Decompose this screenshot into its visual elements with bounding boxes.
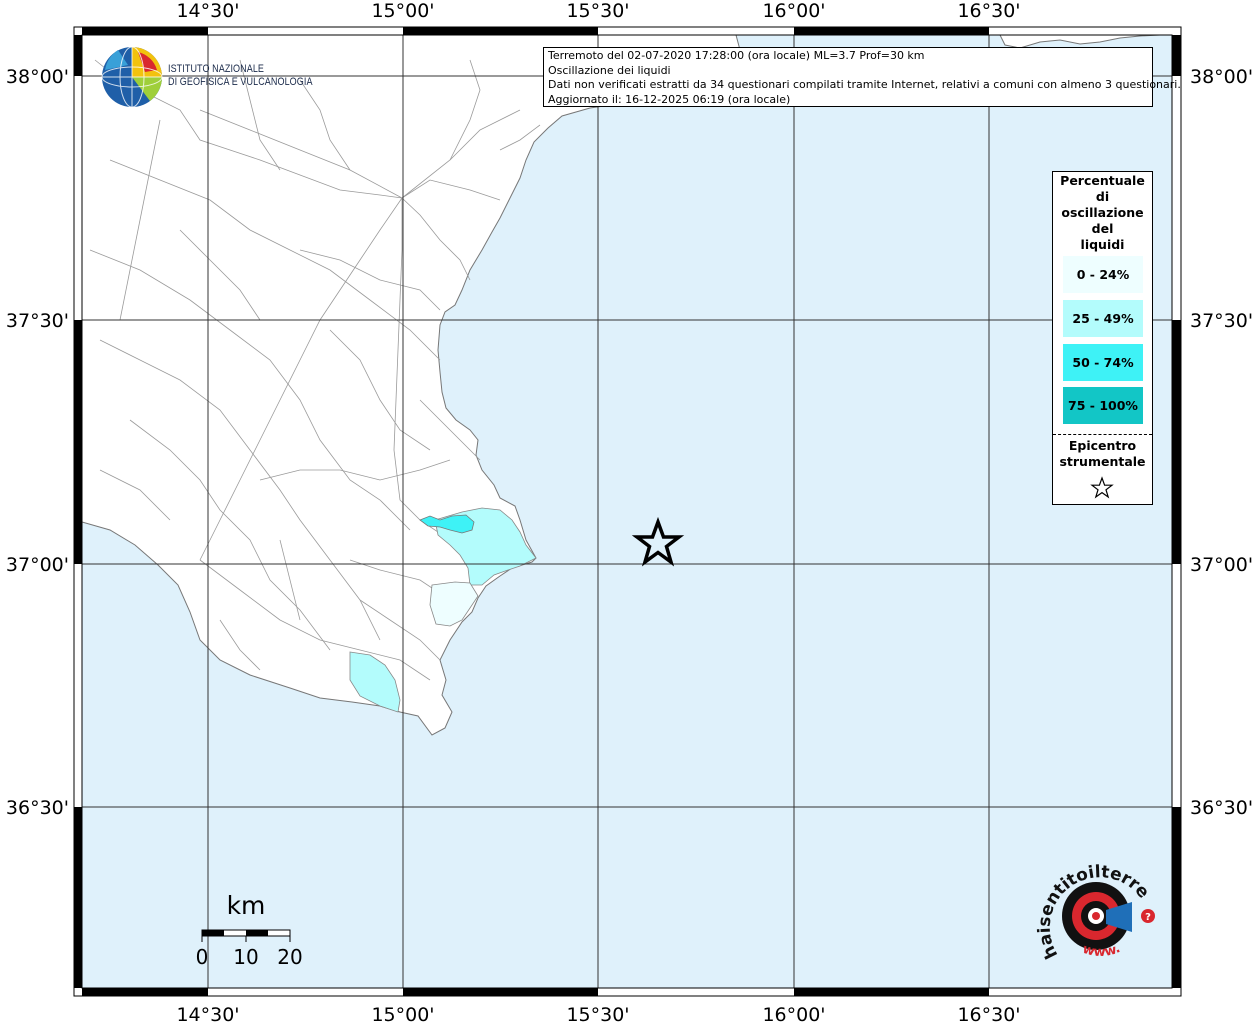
star-outline-icon <box>1090 476 1114 499</box>
legend-title-line-4: del <box>1091 221 1114 236</box>
institute-name: ISTITUTO NAZIONALE DI GEOFISICA E VULCAN… <box>168 63 313 89</box>
event-title: Terremoto del 02-07-2020 17:28:00 (ora l… <box>548 49 925 62</box>
scale-tick-10: 10 <box>233 945 258 969</box>
svg-text:?: ? <box>1145 912 1151 923</box>
legend-item-label: 75 - 100% <box>1068 398 1138 413</box>
legend-title: Percentuale di oscillazione del liquidi <box>1053 172 1152 253</box>
intensity-map: 14°30' 15°00' 15°30' 16°00' 16°30' 14°30… <box>0 0 1253 1024</box>
legend-item-label: 50 - 74% <box>1072 355 1134 370</box>
lon-label-top-5: 16°30' <box>957 0 1020 22</box>
lat-label-left-2: 37°30' <box>6 310 69 332</box>
lon-label-bottom-4: 16°00' <box>762 1004 825 1024</box>
legend-item-label: 25 - 49% <box>1072 311 1134 326</box>
lat-label-left-3: 37°00' <box>6 554 69 576</box>
institute-line-2: DI GEOFISICA E VULCANOLOGIA <box>168 76 313 88</box>
lon-label-top-1: 14°30' <box>176 0 239 22</box>
legend-title-line-3: oscillazione <box>1061 205 1144 220</box>
legend-title-line-2: di <box>1095 189 1110 204</box>
scale-unit-label: km <box>227 891 266 920</box>
latitude-labels-right: 38°00' 37°30' 37°00' 36°30' <box>1190 66 1253 819</box>
scale-tick-20: 20 <box>277 945 302 969</box>
lon-label-top-3: 15°30' <box>566 0 629 22</box>
lat-label-left-4: 36°30' <box>6 797 69 819</box>
event-updated: Aggiornato il: 16-12-2025 06:19 (ora loc… <box>548 92 791 106</box>
event-info-box: Terremoto del 02-07-2020 17:28:00 (ora l… <box>543 47 1181 107</box>
longitude-labels-bottom: 14°30' 15°00' 15°30' 16°00' 16°30' <box>176 1004 1020 1024</box>
legend-epicenter-label: Epicentro strumentale <box>1053 438 1152 470</box>
lat-label-right-1: 38°00' <box>1190 66 1253 88</box>
legend-divider <box>1053 434 1152 435</box>
legend-title-line-5: liquidi <box>1080 237 1125 252</box>
lon-label-bottom-3: 15°30' <box>566 1004 629 1024</box>
scale-tick-0: 0 <box>196 945 209 969</box>
lat-label-right-2: 37°30' <box>1190 310 1253 332</box>
event-data-note: Dati non verificati estratti da 34 quest… <box>548 78 1181 92</box>
lon-label-top-4: 16°00' <box>762 0 825 22</box>
legend-item-label: 0 - 24% <box>1076 267 1130 282</box>
lon-label-bottom-1: 14°30' <box>176 1004 239 1024</box>
ingv-globe-logo <box>101 46 163 108</box>
legend-item-50-74: 50 - 74% <box>1063 344 1143 381</box>
lat-label-right-4: 36°30' <box>1190 797 1253 819</box>
legend-item-25-49: 25 - 49% <box>1063 300 1143 337</box>
institute-line-1: ISTITUTO NAZIONALE <box>168 63 265 75</box>
legend: Percentuale di oscillazione del liquidi … <box>1052 171 1153 505</box>
lat-label-left-1: 38°00' <box>6 66 69 88</box>
lon-label-bottom-5: 16°30' <box>957 1004 1020 1024</box>
legend-item-0-24: 0 - 24% <box>1063 256 1143 293</box>
legend-epicenter-line-1: Epicentro <box>1068 438 1137 453</box>
latitude-labels-left: 38°00' 37°30' 37°00' 36°30' <box>6 66 69 819</box>
legend-title-line-1: Percentuale <box>1060 173 1145 188</box>
lon-label-bottom-2: 15°00' <box>371 1004 434 1024</box>
lat-label-right-3: 37°00' <box>1190 554 1253 576</box>
event-parameter: Oscillazione dei liquidi <box>548 63 671 77</box>
legend-item-75-100: 75 - 100% <box>1063 387 1143 424</box>
legend-epicenter-line-2: strumentale <box>1059 454 1146 469</box>
longitude-labels-top: 14°30' 15°00' 15°30' 16°00' 16°30' <box>176 0 1020 22</box>
lon-label-top-2: 15°00' <box>371 0 434 22</box>
